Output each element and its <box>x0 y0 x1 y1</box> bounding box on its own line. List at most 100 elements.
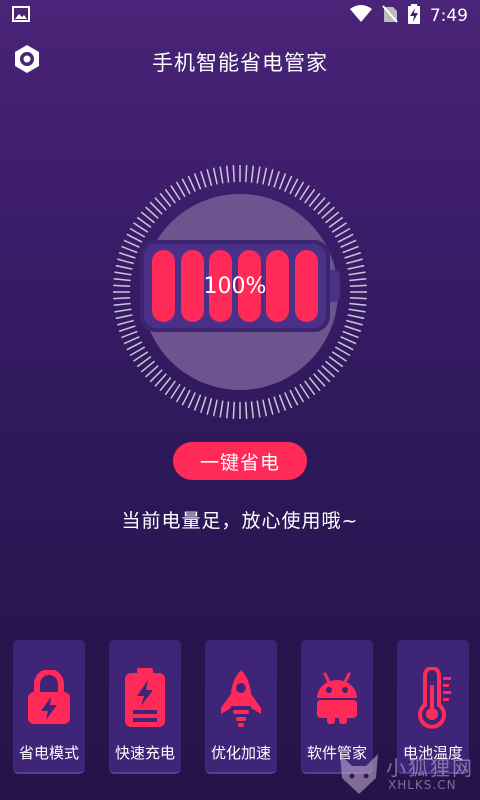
gauge-tick <box>278 394 287 411</box>
gauge-tick <box>113 284 131 287</box>
app-title: 手机智能省电管家 <box>152 51 328 75</box>
feature-label: 优化加速 <box>210 744 271 762</box>
gauge-tick <box>267 169 274 186</box>
battery-bolt-icon <box>115 666 175 730</box>
feature-label: 省电模式 <box>18 744 79 762</box>
gauge-tick <box>219 166 224 184</box>
gauge-tick <box>294 386 305 403</box>
gauge-tick <box>200 170 207 188</box>
feature-card-power-saving-mode[interactable]: 省电模式 <box>13 640 85 774</box>
gauge-tick <box>337 341 354 351</box>
feature-card-fast-charge[interactable]: 快速充电 <box>109 640 181 774</box>
feature-card-optimize-speed[interactable]: 优化加速 <box>205 640 277 774</box>
gauge-tick <box>256 400 261 418</box>
settings-button[interactable] <box>10 44 44 78</box>
gauge-tick <box>267 398 274 415</box>
gauge-tick <box>344 252 362 259</box>
gauge-tick <box>346 319 363 326</box>
no-sim-icon <box>382 5 398 27</box>
gauge-tick <box>294 181 305 198</box>
gauge-tick <box>129 346 146 357</box>
gauge-tick <box>115 314 133 320</box>
gauge-tick <box>121 330 138 339</box>
gauge-tick <box>193 173 202 190</box>
gauge-tick <box>187 392 196 409</box>
gauge-tick <box>346 258 363 265</box>
lock-bolt-icon <box>19 666 79 730</box>
gauge-tick <box>175 386 186 403</box>
gauge-tick <box>123 336 140 345</box>
gauge-tick <box>273 170 280 188</box>
gauge-tick <box>348 271 366 276</box>
app-header: 手机智能省电管家 <box>0 40 480 84</box>
gauge-tick <box>225 165 230 183</box>
gauge-tick <box>175 181 186 198</box>
gauge-tick <box>289 389 299 406</box>
gauge-tick <box>344 325 362 332</box>
gauge-tick <box>126 341 143 351</box>
rocket-icon <box>211 666 271 730</box>
gauge-tick <box>349 297 367 300</box>
gauge-tick <box>278 173 287 190</box>
gauge-tick <box>206 169 213 186</box>
watermark-text: 小狐狸网 <box>386 756 474 780</box>
gauge-tick <box>349 302 367 307</box>
feature-label: 快速充电 <box>114 744 175 762</box>
gauge-tick <box>225 401 230 419</box>
gauge-tick <box>348 308 366 313</box>
gauge-tick <box>129 227 146 238</box>
wifi-icon <box>349 5 372 27</box>
gauge-tick <box>337 233 354 243</box>
battery-cap <box>330 270 340 302</box>
gauge-tick <box>289 178 299 195</box>
gauge-tick <box>114 271 132 276</box>
watermark: 小狐狸网 XHLKS.CN <box>330 748 480 800</box>
gauge-tick <box>232 401 235 419</box>
gauge-tick <box>250 401 255 419</box>
gauge-tick <box>349 277 367 282</box>
battery-status-message: 当前电量足，放心使用哦~ <box>121 510 359 532</box>
gauge-tick <box>212 399 218 417</box>
gauge-tick <box>114 308 132 313</box>
gauge-tick <box>200 396 207 414</box>
gauge-tick <box>334 346 351 357</box>
thermometer-icon <box>403 666 463 730</box>
gauge-tick <box>219 400 224 418</box>
battery-charging-icon <box>407 4 420 28</box>
gauge-tick <box>187 175 196 192</box>
gauge-tick <box>250 165 255 183</box>
gauge-tick <box>334 227 351 238</box>
gauge-tick <box>117 319 134 326</box>
battery-level-text: 100% <box>203 273 267 299</box>
gauge-tick <box>284 175 293 192</box>
gauge-tick <box>256 166 261 184</box>
gauge-tick <box>212 167 218 185</box>
gauge-tick <box>342 245 359 254</box>
gear-hex-icon <box>12 44 42 78</box>
android-icon <box>307 666 367 730</box>
gauge-tick <box>347 264 365 270</box>
gauge-tick <box>181 178 191 195</box>
watermark-domain: XHLKS.CN <box>388 778 457 792</box>
gauge-tick <box>181 389 191 406</box>
gauge-tick <box>115 264 133 270</box>
gauge-tick <box>262 399 268 417</box>
gauge-tick <box>340 239 357 248</box>
gauge-tick <box>262 167 268 185</box>
gauge-tick <box>273 396 280 414</box>
battery-indicator: 100% <box>140 240 340 332</box>
image-icon <box>12 6 30 26</box>
gauge-tick <box>284 392 293 409</box>
gauge-tick <box>118 252 136 259</box>
gauge-tick <box>123 239 140 248</box>
gauge-tick <box>340 336 357 345</box>
gauge-tick <box>232 165 235 183</box>
gauge-tick <box>206 398 213 415</box>
gauge-tick <box>118 325 136 332</box>
one-key-save-button[interactable]: 一键省电 <box>173 442 307 480</box>
gauge-tick <box>113 297 131 300</box>
gauge-tick <box>245 165 248 183</box>
gauge-tick <box>245 401 248 419</box>
gauge-tick <box>117 258 134 265</box>
fox-logo-icon <box>336 750 382 800</box>
